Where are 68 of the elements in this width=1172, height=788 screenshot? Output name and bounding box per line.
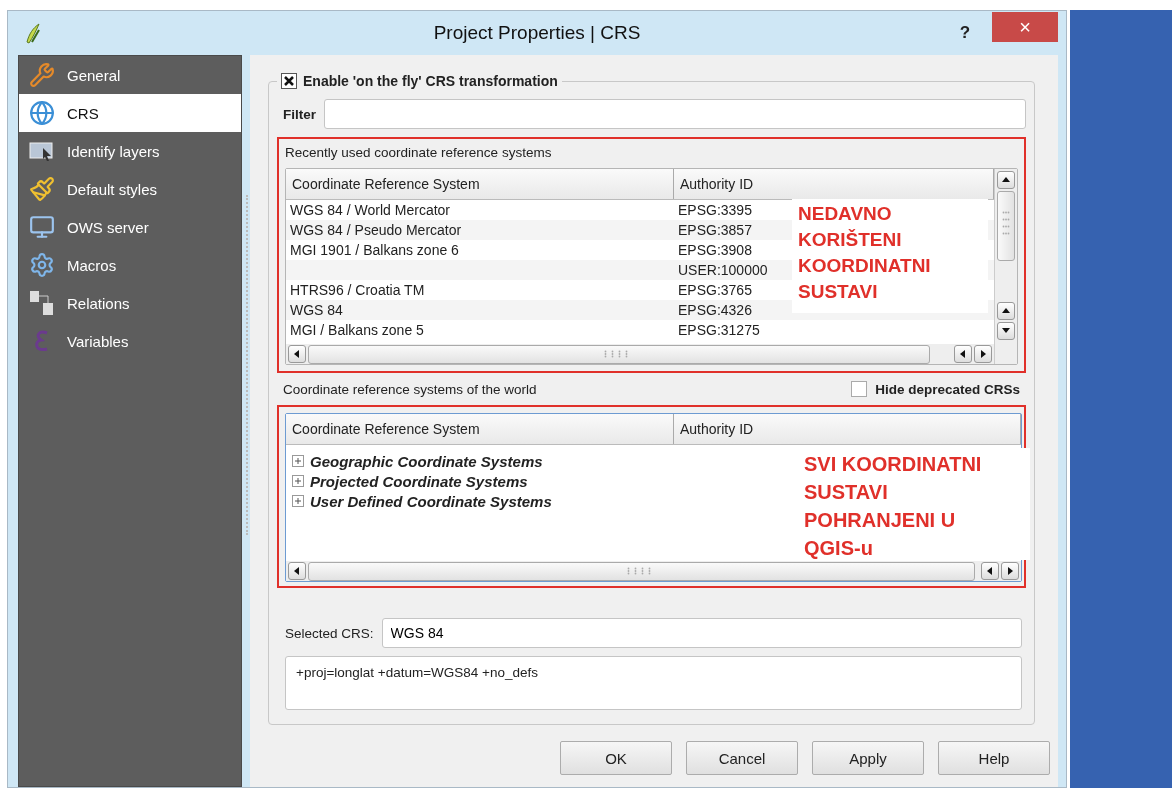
tree-item[interactable]: Projected Coordinate Systems bbox=[310, 472, 528, 490]
proj-string-box: +proj=longlat +datum=WGS84 +no_defs bbox=[285, 656, 1022, 710]
section-label: Coordinate reference systems of the world bbox=[283, 381, 537, 397]
table-cell-text: MGI 1901 / Balkans zone 6 bbox=[289, 241, 460, 260]
checkbox-label: Hide deprecated CRSs bbox=[875, 381, 1020, 397]
tables-icon bbox=[29, 290, 55, 316]
dialog-button[interactable]: Help bbox=[938, 741, 1050, 775]
expand-icon[interactable] bbox=[292, 475, 304, 487]
scrollbar-thumb[interactable] bbox=[997, 191, 1015, 261]
table-cell-text: EPSG:3765 bbox=[677, 281, 753, 300]
column-header[interactable]: Coordinate Reference System bbox=[286, 169, 674, 199]
scroll-left-button[interactable] bbox=[954, 345, 972, 363]
scroll-down-button[interactable] bbox=[997, 322, 1015, 340]
sidebar-item[interactable]: OWS server bbox=[19, 208, 241, 246]
table-cell-text: WGS 84 bbox=[289, 301, 344, 320]
table-cell-text: USER:100000 bbox=[677, 261, 769, 280]
sidebar-item[interactable]: Relations bbox=[19, 284, 241, 322]
scroll-left-button[interactable] bbox=[288, 345, 306, 363]
scroll-left-button[interactable] bbox=[288, 562, 306, 580]
table-cell-text: EPSG:3857 bbox=[677, 221, 753, 240]
tools-icon bbox=[29, 62, 55, 88]
table-cell-text: EPSG:31275 bbox=[677, 321, 761, 340]
table-cell-text: EPSG:3395 bbox=[677, 201, 753, 220]
table-cell-text: MGI / Balkans zone 5 bbox=[289, 321, 425, 340]
dialog-button[interactable]: Apply bbox=[812, 741, 924, 775]
sidebar-item[interactable]: Identify layers bbox=[19, 132, 241, 170]
checkbox[interactable] bbox=[281, 73, 297, 89]
tree-item[interactable]: Geographic Coordinate Systems bbox=[310, 452, 543, 470]
scroll-right-button[interactable] bbox=[1001, 562, 1019, 580]
monitor-icon bbox=[29, 214, 55, 240]
selected-crs-field[interactable]: WGS 84 bbox=[381, 618, 1022, 648]
map-pointer-icon bbox=[29, 140, 55, 162]
table-cell-text: EPSG:3908 bbox=[677, 241, 753, 260]
gear-icon bbox=[29, 252, 55, 278]
selected-crs-label: Selected CRS: bbox=[285, 625, 374, 641]
scroll-right-button[interactable] bbox=[974, 345, 992, 363]
table-cell-text: EPSG:4326 bbox=[677, 301, 753, 320]
sidebar-item[interactable]: Variables bbox=[19, 322, 241, 360]
checkbox-label: Enable 'on the fly' CRS transformation bbox=[303, 73, 558, 89]
sidebar-item[interactable]: Default styles bbox=[19, 170, 241, 208]
scroll-left-button[interactable] bbox=[981, 562, 999, 580]
sidebar-item[interactable]: Macros bbox=[19, 246, 241, 284]
scroll-up-button[interactable] bbox=[997, 302, 1015, 320]
filter-field[interactable] bbox=[324, 99, 1026, 129]
sidebar-item[interactable]: General bbox=[19, 56, 241, 94]
help-button[interactable]: ? bbox=[950, 18, 980, 48]
expand-icon[interactable] bbox=[292, 495, 304, 507]
scroll-up-button[interactable] bbox=[997, 171, 1015, 189]
window-title: Project Properties | CRS bbox=[433, 22, 641, 44]
filter-label: Filter bbox=[283, 106, 316, 122]
table-cell-text: HTRS96 / Croatia TM bbox=[289, 281, 426, 300]
dialog-button[interactable]: Cancel bbox=[686, 741, 798, 775]
scrollbar-thumb[interactable] bbox=[308, 344, 930, 364]
globe-icon bbox=[29, 100, 55, 126]
column-header[interactable]: Authority ID bbox=[674, 414, 1021, 444]
expand-icon[interactable] bbox=[292, 455, 304, 467]
section-label: Recently used coordinate reference systems bbox=[285, 145, 553, 160]
table-cell-text: WGS 84 / Pseudo Mercator bbox=[289, 221, 463, 240]
checkbox[interactable] bbox=[851, 381, 868, 397]
dialog-button[interactable]: OK bbox=[560, 741, 672, 775]
sidebar-item[interactable]: CRS bbox=[19, 94, 241, 132]
annotation-text: NEDAVNO KORIŠTENI KOORDINATNI SUSTAVI bbox=[792, 199, 988, 313]
close-button[interactable]: × bbox=[992, 12, 1058, 42]
scrollbar-thumb[interactable] bbox=[308, 561, 975, 581]
column-header[interactable]: Coordinate Reference System bbox=[286, 414, 674, 444]
brush-icon bbox=[29, 176, 55, 202]
tree-item[interactable]: User Defined Coordinate Systems bbox=[310, 492, 552, 510]
table-cell-text: WGS 84 / World Mercator bbox=[289, 201, 451, 220]
